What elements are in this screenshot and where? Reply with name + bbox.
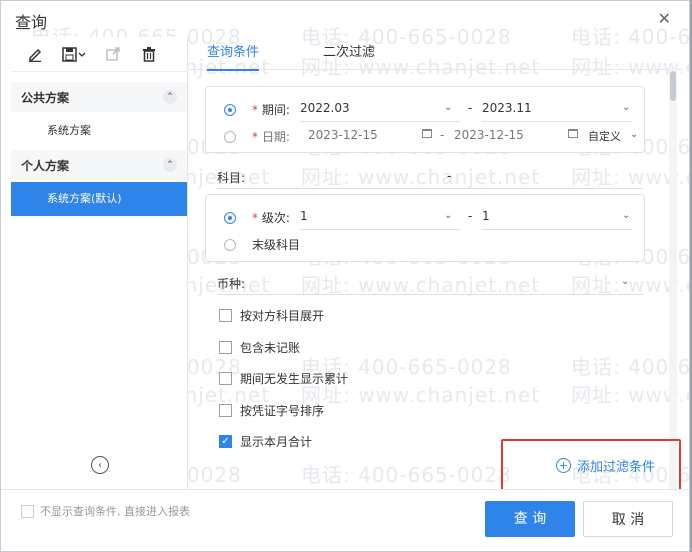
chevron-down-icon[interactable]: ⌄ (621, 276, 629, 287)
option-label: 期间无发生显示累计 (240, 372, 349, 386)
option-show-month-total[interactable]: ✓ 显示本月合计 (219, 433, 312, 450)
skip-conditions-label: 不显示查询条件, 直接进入报表 (40, 505, 190, 518)
plus-circle-icon: + (555, 457, 571, 473)
checkbox-checked[interactable]: ✓ (219, 435, 232, 448)
plan-item-personal-default[interactable]: 系统方案(默认) (11, 182, 187, 216)
collapse-panel-icon[interactable]: ‹ (91, 456, 109, 474)
last-level-label: 末级科目 (252, 238, 301, 252)
period-radio[interactable] (224, 104, 236, 116)
plan-toolbar (11, 37, 187, 72)
range-dash: - (447, 169, 452, 183)
last-level-radio[interactable] (224, 239, 236, 251)
option-sort-by-voucher[interactable]: 按凭证字号排序 (219, 402, 324, 419)
date-radio[interactable] (224, 131, 236, 143)
group-label: 公共方案 (21, 90, 70, 105)
plan-panel: 公共方案 ⌃ 系统方案 个人方案 ⌃ 系统方案(默认) ‹ (11, 37, 188, 489)
delete-icon[interactable] (135, 41, 163, 67)
query-dialog: 电话: 400-665-0028 电话: 400-665-0028 电话: 40… (0, 0, 690, 552)
level-label: * 级次: (252, 211, 290, 225)
share-icon (99, 41, 127, 67)
chevron-down-icon[interactable]: ⌄ (444, 210, 452, 221)
checkbox[interactable] (21, 504, 34, 518)
dialog-title: 查询 (15, 13, 48, 32)
chevron-up-icon[interactable]: ⌃ (163, 90, 177, 104)
chevron-down-icon[interactable]: ⌄ (444, 102, 452, 113)
option-expand-counterpart[interactable]: 按对方科目展开 (219, 307, 324, 324)
checkbox[interactable] (219, 309, 232, 322)
period-from-select[interactable]: 2022.03 (300, 101, 350, 115)
level-to-select[interactable]: 1 (482, 209, 490, 223)
date-to-input[interactable]: 2023-12-15 (454, 128, 524, 142)
chevron-up-icon[interactable]: ⌃ (163, 158, 177, 172)
currency-label: 币种: (217, 277, 246, 291)
range-dash: - (468, 101, 473, 115)
level-box: * 级次: 1 ⌄ - 1 ⌄ 末级科目 (205, 194, 645, 262)
calendar-icon[interactable] (568, 129, 578, 138)
query-form: * 期间: 2022.03 ⌄ - 2023.11 ⌄ * 日期: 2023-1… (189, 69, 677, 489)
calendar-icon[interactable] (422, 129, 432, 138)
date-mode-select[interactable]: 自定义 (588, 128, 621, 144)
plan-item-public-system[interactable]: 系统方案 (11, 116, 187, 146)
option-label: 显示本月合计 (240, 435, 313, 449)
add-filter-label: 添加过滤条件 (576, 459, 655, 475)
edit-icon[interactable] (21, 41, 49, 67)
close-icon[interactable]: ✕ (658, 9, 671, 28)
option-include-unposted[interactable]: 包含未记账 (219, 339, 300, 356)
checkbox[interactable] (219, 341, 232, 354)
add-filter-button[interactable]: + 添加过滤条件 (501, 439, 681, 491)
range-dash: - (440, 128, 445, 142)
subject-label: 科目: (217, 171, 246, 185)
tab-secondary-filter[interactable]: 二次过滤 (323, 37, 375, 69)
group-public-plans[interactable]: 公共方案 ⌃ (11, 82, 187, 112)
level-radio[interactable] (224, 212, 236, 224)
cancel-button[interactable]: 取 消 (583, 501, 673, 537)
option-label: 按对方科目展开 (240, 309, 325, 323)
period-date-box: * 期间: 2022.03 ⌄ - 2023.11 ⌄ * 日期: 2023-1… (205, 86, 645, 153)
chevron-down-icon[interactable]: ⌄ (622, 102, 630, 113)
option-label: 包含未记账 (240, 341, 301, 355)
checkbox[interactable] (219, 404, 232, 417)
option-show-cumulative[interactable]: 期间无发生显示累计 (219, 370, 348, 387)
option-label: 按凭证字号排序 (240, 404, 325, 418)
date-from-input[interactable]: 2023-12-15 (308, 128, 378, 142)
date-label: * 日期: (252, 130, 290, 144)
level-from-select[interactable]: 1 (300, 209, 308, 223)
checkbox[interactable] (219, 372, 232, 385)
dialog-footer: 不显示查询条件, 直接进入报表 查 询 取 消 (1, 489, 689, 551)
tab-bar: 查询条件 二次过滤 (189, 37, 683, 71)
query-button[interactable]: 查 询 (485, 501, 575, 537)
range-dash: - (468, 209, 473, 223)
chevron-down-icon[interactable]: ⌄ (622, 210, 630, 221)
period-to-select[interactable]: 2023.11 (482, 101, 532, 115)
group-personal-plans[interactable]: 个人方案 ⌃ (11, 150, 187, 180)
period-label: * 期间: (252, 103, 290, 117)
tab-query-conditions[interactable]: 查询条件 (207, 37, 260, 71)
save-dropdown-icon[interactable] (57, 41, 91, 67)
chevron-down-icon[interactable]: ⌄ (630, 129, 638, 140)
group-label: 个人方案 (21, 158, 70, 173)
skip-conditions-option[interactable]: 不显示查询条件, 直接进入报表 (21, 503, 190, 519)
scrollbar[interactable] (669, 69, 677, 489)
